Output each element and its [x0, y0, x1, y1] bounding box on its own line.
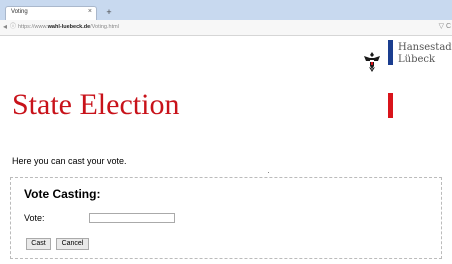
- form-legend: Vote Casting:: [24, 187, 101, 201]
- url-prefix: https://www.: [18, 24, 48, 30]
- browser-tab[interactable]: Voting ×: [5, 6, 97, 20]
- reload-icon[interactable]: C: [446, 22, 451, 32]
- cancel-button[interactable]: Cancel: [56, 238, 89, 250]
- logo-text-line2: Lübeck: [398, 54, 436, 65]
- address-bar[interactable]: https://www.wahl-luebeck.de/Voting.html: [18, 22, 448, 32]
- back-arrow-icon[interactable]: ◂: [3, 22, 7, 32]
- vote-casting-form: Vote Casting: Vote: Cast Cancel: [10, 177, 442, 259]
- tab-title: Voting: [11, 9, 28, 15]
- intro-text: Here you can cast your vote.: [12, 156, 127, 166]
- url-domain: wahl-luebeck.de: [47, 24, 91, 30]
- blue-stripe: [388, 40, 393, 65]
- page-title: State Election: [12, 88, 180, 121]
- browser-tab-bar: Voting × +: [0, 0, 452, 20]
- eagle-crest-icon: [364, 52, 380, 72]
- decorative-dot: [268, 172, 269, 173]
- red-stripe: [388, 93, 393, 118]
- site-info-icon[interactable]: ⓘ: [10, 22, 16, 32]
- url-path: /Voting.html: [90, 24, 119, 30]
- logo-text-line1: Hansestadt: [398, 42, 452, 53]
- white-stripe: [388, 65, 393, 93]
- bookmark-icon[interactable]: ▽: [439, 22, 444, 32]
- vote-input[interactable]: [89, 213, 175, 223]
- browser-nav-bar: ◂ ⓘ https://www.wahl-luebeck.de/Voting.h…: [0, 20, 452, 36]
- new-tab-button[interactable]: +: [102, 7, 116, 18]
- cast-button[interactable]: Cast: [26, 238, 51, 250]
- city-color-bar: [388, 40, 393, 118]
- close-tab-icon[interactable]: ×: [88, 8, 92, 15]
- vote-label: Vote:: [24, 213, 45, 223]
